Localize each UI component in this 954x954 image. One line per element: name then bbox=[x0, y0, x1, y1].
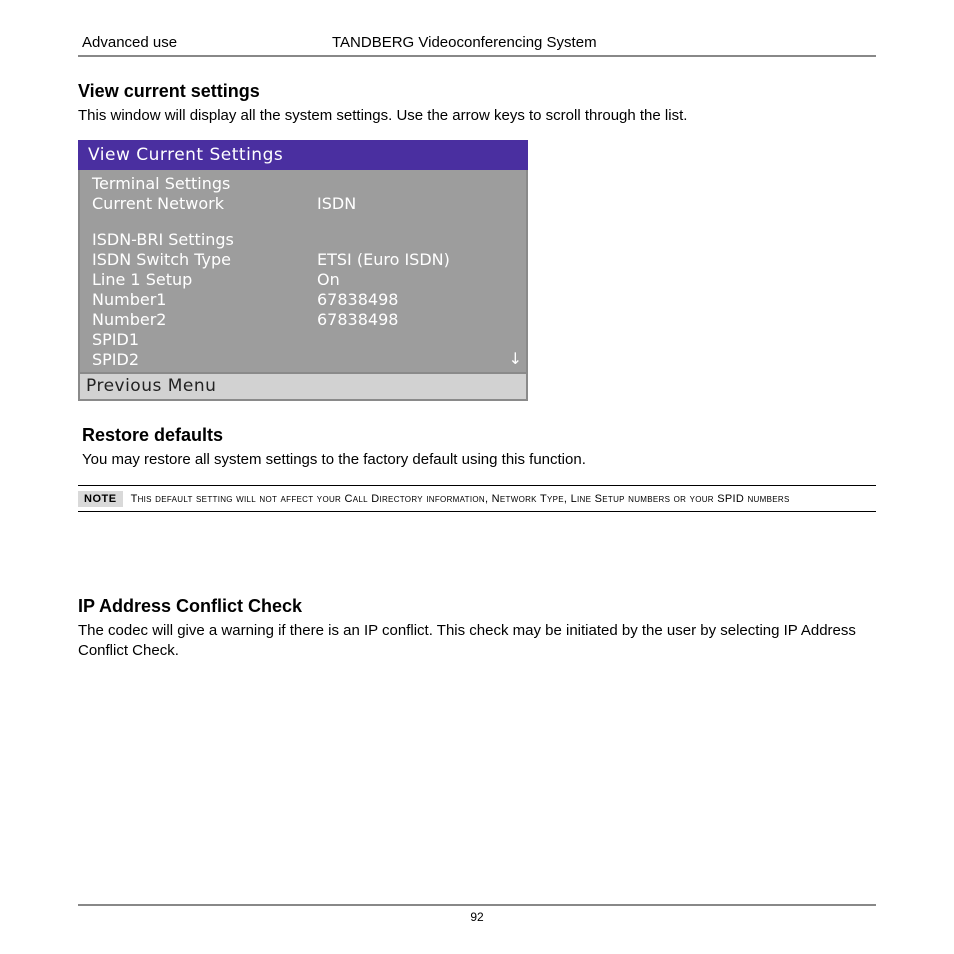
header-left: Advanced use bbox=[82, 34, 332, 51]
page-footer: 92 bbox=[78, 904, 876, 924]
ip-conflict-heading: IP Address Conflict Check bbox=[78, 596, 876, 617]
view-settings-heading: View current settings bbox=[78, 81, 876, 102]
label-number1: Number1 bbox=[92, 290, 317, 310]
label-switch-type: ISDN Switch Type bbox=[92, 250, 317, 270]
value-number2: 67838498 bbox=[317, 310, 518, 330]
label-spid2: SPID2 bbox=[92, 350, 317, 370]
row-spid2: SPID2 bbox=[92, 350, 518, 370]
label-line1: Line 1 Setup bbox=[92, 270, 317, 290]
row-current-network: Current Network ISDN bbox=[92, 194, 518, 214]
previous-menu-button[interactable]: Previous Menu bbox=[78, 374, 528, 401]
note-badge: NOTE bbox=[78, 491, 123, 507]
restore-defaults-heading: Restore defaults bbox=[82, 425, 876, 446]
value-current-network: ISDN bbox=[317, 194, 518, 214]
row-line1: Line 1 Setup On bbox=[92, 270, 518, 290]
label-number2: Number2 bbox=[92, 310, 317, 330]
ip-conflict-description: The codec will give a warning if there i… bbox=[78, 621, 876, 662]
value-line1: On bbox=[317, 270, 518, 290]
label-spid1: SPID1 bbox=[92, 330, 317, 350]
settings-panel-body: Terminal Settings Current Network ISDN I… bbox=[78, 170, 528, 374]
header-center: TANDBERG Videoconferencing System bbox=[332, 34, 872, 51]
settings-panel: View Current Settings Terminal Settings … bbox=[78, 140, 528, 401]
group-heading-isdn-bri: ISDN-BRI Settings bbox=[92, 230, 518, 250]
page-number: 92 bbox=[470, 910, 483, 924]
group-heading-isdn-bri-label: ISDN-BRI Settings bbox=[92, 230, 317, 250]
scroll-down-icon[interactable]: ↓ bbox=[509, 349, 522, 368]
value-switch-type: ETSI (Euro ISDN) bbox=[317, 250, 518, 270]
row-number1: Number1 67838498 bbox=[92, 290, 518, 310]
restore-defaults-description: You may restore all system settings to t… bbox=[82, 450, 876, 470]
row-number2: Number2 67838498 bbox=[92, 310, 518, 330]
group-heading-terminal: Terminal Settings bbox=[92, 174, 518, 194]
note-block: NOTE This default setting will not affec… bbox=[78, 485, 876, 512]
document-page: Advanced use TANDBERG Videoconferencing … bbox=[0, 0, 954, 954]
note-text: This default setting will not affect you… bbox=[131, 493, 790, 505]
row-switch-type: ISDN Switch Type ETSI (Euro ISDN) bbox=[92, 250, 518, 270]
settings-panel-title: View Current Settings bbox=[78, 140, 528, 170]
value-spid2 bbox=[317, 350, 518, 370]
label-current-network: Current Network bbox=[92, 194, 317, 214]
group-heading-terminal-label: Terminal Settings bbox=[92, 174, 317, 194]
value-spid1 bbox=[317, 330, 518, 350]
page-header: Advanced use TANDBERG Videoconferencing … bbox=[78, 34, 876, 57]
row-spid1: SPID1 bbox=[92, 330, 518, 350]
value-number1: 67838498 bbox=[317, 290, 518, 310]
view-settings-description: This window will display all the system … bbox=[78, 106, 876, 126]
